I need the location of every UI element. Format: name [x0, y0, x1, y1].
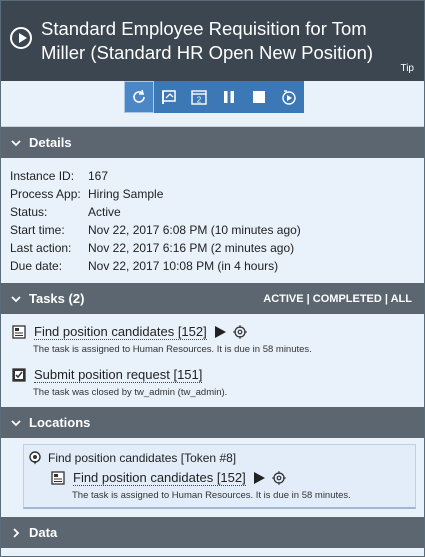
tasks-section-header[interactable]: Tasks (2) ACTIVE | COMPLETED | ALL [1, 283, 424, 314]
locations-heading: Locations [29, 415, 91, 430]
chevron-down-icon [9, 292, 23, 306]
detail-label: Status: [10, 205, 48, 219]
detail-row: Instance ID: 167 [10, 167, 424, 185]
run-task-icon[interactable] [213, 325, 227, 339]
task-description: The task is assigned to Human Resources.… [72, 490, 351, 501]
chevron-down-icon [9, 136, 23, 150]
calendar-day: 2 [197, 96, 202, 105]
details-list: Instance ID: 167 Process App: Hiring Sam… [1, 158, 424, 283]
detail-value: 167 [88, 169, 109, 183]
detail-label: Process App: [10, 187, 81, 201]
calendar-icon: 2 [191, 90, 207, 105]
instance-header: Standard Employee Requisition for Tom Mi… [1, 1, 424, 81]
detail-value: Nov 22, 2017 10:08 PM (in 4 hours) [88, 259, 279, 273]
task-link[interactable]: Find position candidates [152] [73, 470, 246, 486]
details-section-header[interactable]: Details [1, 127, 424, 158]
detail-row: Status: Active [10, 203, 424, 221]
detail-row: Start time: Nov 22, 2017 6:08 PM (10 min… [10, 221, 424, 239]
data-section-header[interactable]: Data [1, 517, 424, 548]
run-task-icon[interactable] [252, 471, 266, 485]
task-description: The task is assigned to Human Resources.… [33, 344, 312, 355]
detail-row: Due date: Nov 22, 2017 10:08 PM (in 4 ho… [10, 257, 424, 275]
play-circle-icon[interactable] [10, 27, 32, 49]
locations-section-header[interactable]: Locations [1, 407, 424, 438]
task-link[interactable]: Submit position request [151] [34, 367, 203, 383]
detail-value: Hiring Sample [88, 187, 164, 201]
pause-icon [224, 91, 234, 103]
due-date-button[interactable]: 2 [184, 81, 214, 113]
task-closed-icon [12, 368, 26, 382]
tasks-heading: Tasks (2) [29, 291, 85, 306]
detail-value: Active [88, 205, 121, 219]
locations-list: Find position candidates [Token #8] Find… [1, 438, 424, 517]
process-instance-panel: Standard Employee Requisition for Tom Mi… [0, 0, 425, 557]
location-pin-icon [29, 450, 41, 464]
refresh-button[interactable] [124, 81, 154, 113]
detail-label: Last action: [10, 241, 72, 255]
clock-play-icon [282, 90, 296, 105]
detail-value: Nov 22, 2017 6:08 PM (10 minutes ago) [88, 223, 301, 237]
details-heading: Details [29, 135, 72, 150]
chevron-right-icon [9, 526, 23, 540]
terminate-button[interactable] [244, 81, 274, 113]
tip-link[interactable]: Tip [400, 63, 414, 74]
detail-label: Start time: [10, 223, 65, 237]
task-item: Submit position request [151] The task w… [12, 365, 414, 398]
location-item: Find position candidates [Token #8] Find… [23, 444, 416, 509]
retry-button[interactable] [274, 81, 304, 113]
instance-title: Standard Employee Requisition for Tom Mi… [41, 18, 374, 63]
token-label: Find position candidates [Token #8] [48, 450, 237, 465]
task-list: Find position candidates [152] The task … [1, 314, 424, 407]
toolbar-area: 2 [1, 81, 424, 127]
action-toolbar: 2 [124, 81, 304, 113]
task-link[interactable]: Find position candidates [152] [34, 324, 207, 340]
detail-value: Nov 22, 2017 6:16 PM (2 minutes ago) [88, 241, 295, 255]
detail-label: Due date: [10, 259, 63, 273]
location-task: Find position candidates [152] The task [51, 468, 415, 501]
flag-icon [162, 90, 176, 104]
suspend-button[interactable] [214, 81, 244, 113]
task-form-icon [51, 471, 65, 485]
data-heading: Data [29, 525, 58, 540]
task-form-icon [12, 325, 26, 339]
chevron-down-icon [9, 416, 23, 430]
task-item: Find position candidates [152] The task … [12, 322, 414, 355]
crosshair-icon[interactable] [232, 325, 247, 339]
detail-row: Process App: Hiring Sample [10, 185, 424, 203]
refresh-icon [133, 89, 145, 103]
task-filters[interactable]: ACTIVE | COMPLETED | ALL [263, 293, 412, 305]
stop-icon [253, 91, 265, 103]
crosshair-icon[interactable] [271, 471, 286, 485]
move-token-button[interactable] [154, 81, 184, 113]
task-description: The task was closed by tw_admin (tw_admi… [33, 387, 228, 398]
detail-row: Last action: Nov 22, 2017 6:16 PM (2 min… [10, 239, 424, 257]
detail-label: Instance ID: [10, 169, 75, 183]
